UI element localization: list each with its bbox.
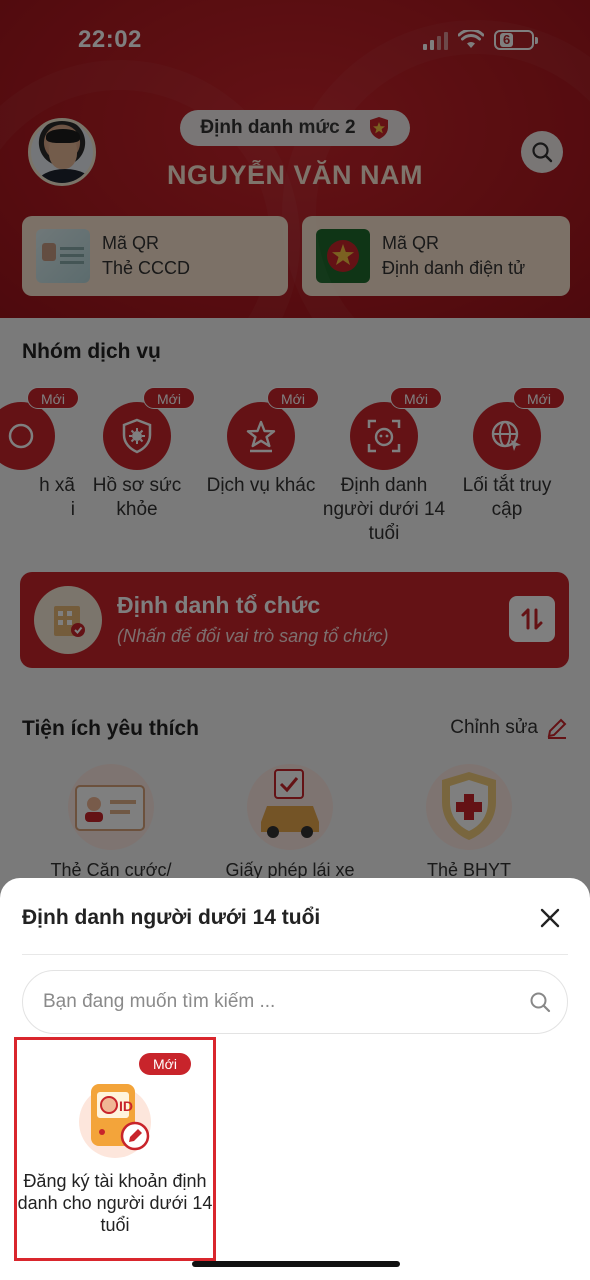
register-child-account-tile[interactable]: Mới ID Đăng ký tài khoản định danh cho n… — [14, 1037, 216, 1261]
sheet-title: Định danh người dưới 14 tuổi — [22, 906, 321, 929]
close-button[interactable] — [538, 906, 562, 930]
tile-label: Đăng ký tài khoản định danh cho người dư… — [17, 1171, 213, 1235]
svg-text:ID: ID — [119, 1098, 133, 1114]
home-indicator[interactable] — [192, 1261, 400, 1267]
search-input[interactable] — [43, 971, 513, 1033]
divider — [22, 954, 568, 955]
close-icon — [540, 908, 560, 928]
child-id-card-icon: ID — [79, 1084, 151, 1158]
search-icon[interactable] — [529, 991, 551, 1013]
sheet-search-box[interactable] — [22, 970, 568, 1034]
